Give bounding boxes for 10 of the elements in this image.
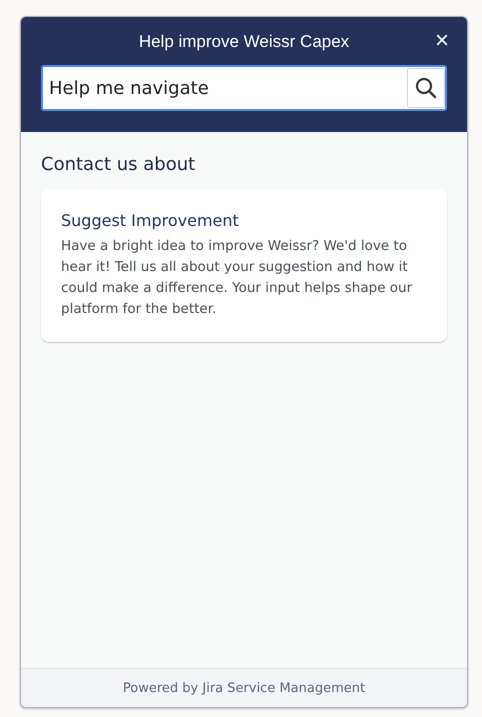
powered-by-text: Powered by Jira Service Management [122,680,366,696]
section-heading: Contact us about [41,154,196,175]
search-icon [414,76,438,100]
search-field[interactable]: Help me navigate [41,65,447,111]
close-button[interactable]: × [430,29,453,53]
widget-title: Help improve Weissr Capex [138,32,350,52]
request-card[interactable] [41,189,447,342]
card-title: Suggest Improvement [61,211,240,230]
card-description: Have a bright idea to improve Weissr? We'd love to hear it! Tell us all about your suggestion and how it could make a difference. Your input helps shape our platform for the better. [61,237,414,319]
search-button[interactable] [407,68,445,108]
